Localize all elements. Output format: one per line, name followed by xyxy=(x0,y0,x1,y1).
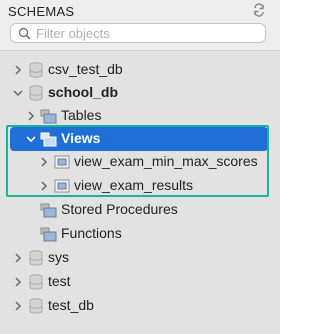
tree-item-label: view_exam_results xyxy=(74,177,194,193)
chevron-right-icon[interactable] xyxy=(25,110,37,122)
tree-item-label: test xyxy=(48,273,71,289)
tree-item-school-db[interactable]: school_db xyxy=(0,81,280,105)
database-icon xyxy=(29,250,43,266)
view-icon xyxy=(54,155,70,169)
folder-icon xyxy=(40,203,57,218)
panel-title: SCHEMAS xyxy=(8,4,75,19)
chevron-right-icon[interactable] xyxy=(38,180,50,192)
database-icon xyxy=(29,298,43,314)
schemas-panel: SCHEMAS csv_test_db xyxy=(0,0,280,334)
refresh-icon[interactable] xyxy=(252,3,266,17)
tree-item-label: Views xyxy=(61,130,101,146)
tree-item-label: Tables xyxy=(61,107,102,123)
chevron-right-icon[interactable] xyxy=(12,252,24,264)
tree-item-views[interactable]: Views xyxy=(0,127,280,151)
database-icon xyxy=(29,274,43,290)
chevron-down-icon[interactable] xyxy=(25,133,37,145)
tree-item-csv-test-db[interactable]: csv_test_db xyxy=(0,58,280,82)
folder-icon xyxy=(40,109,57,124)
chevron-right-icon[interactable] xyxy=(12,276,24,288)
folder-icon xyxy=(40,132,57,147)
search-input[interactable] xyxy=(36,25,256,41)
view-icon xyxy=(54,179,70,193)
tree-item-label: sys xyxy=(48,249,69,265)
tree-item-label: view_exam_min_max_scores xyxy=(74,153,258,169)
tree-item-label: Stored Procedures xyxy=(61,201,178,217)
tree-item-label: csv_test_db xyxy=(48,61,123,77)
search-icon xyxy=(18,27,31,40)
tree-item-label: test_db xyxy=(48,297,94,313)
tree-item-view-exam-results[interactable]: view_exam_results xyxy=(0,174,280,198)
search-box xyxy=(10,23,266,43)
chevron-right-icon[interactable] xyxy=(38,156,50,168)
chevron-down-icon[interactable] xyxy=(12,87,24,99)
tree-item-test-db[interactable]: test_db xyxy=(0,294,280,318)
database-icon xyxy=(29,85,43,101)
schemas-header: SCHEMAS xyxy=(0,0,280,51)
tree-item-test[interactable]: test xyxy=(0,270,280,294)
tree-item-functions[interactable]: Functions xyxy=(0,222,280,246)
tree-item-label: Functions xyxy=(61,225,122,241)
tree-item-view-exam-min-max-scores[interactable]: view_exam_min_max_scores xyxy=(0,150,280,174)
tree-item-label: school_db xyxy=(48,84,119,100)
chevron-right-icon[interactable] xyxy=(12,300,24,312)
tree-item-tables[interactable]: Tables xyxy=(0,104,280,128)
folder-icon xyxy=(40,227,57,242)
chevron-right-icon[interactable] xyxy=(12,64,24,76)
database-icon xyxy=(29,62,43,78)
tree-item-stored-procedures[interactable]: Stored Procedures xyxy=(0,198,280,222)
tree-item-sys[interactable]: sys xyxy=(0,246,280,270)
